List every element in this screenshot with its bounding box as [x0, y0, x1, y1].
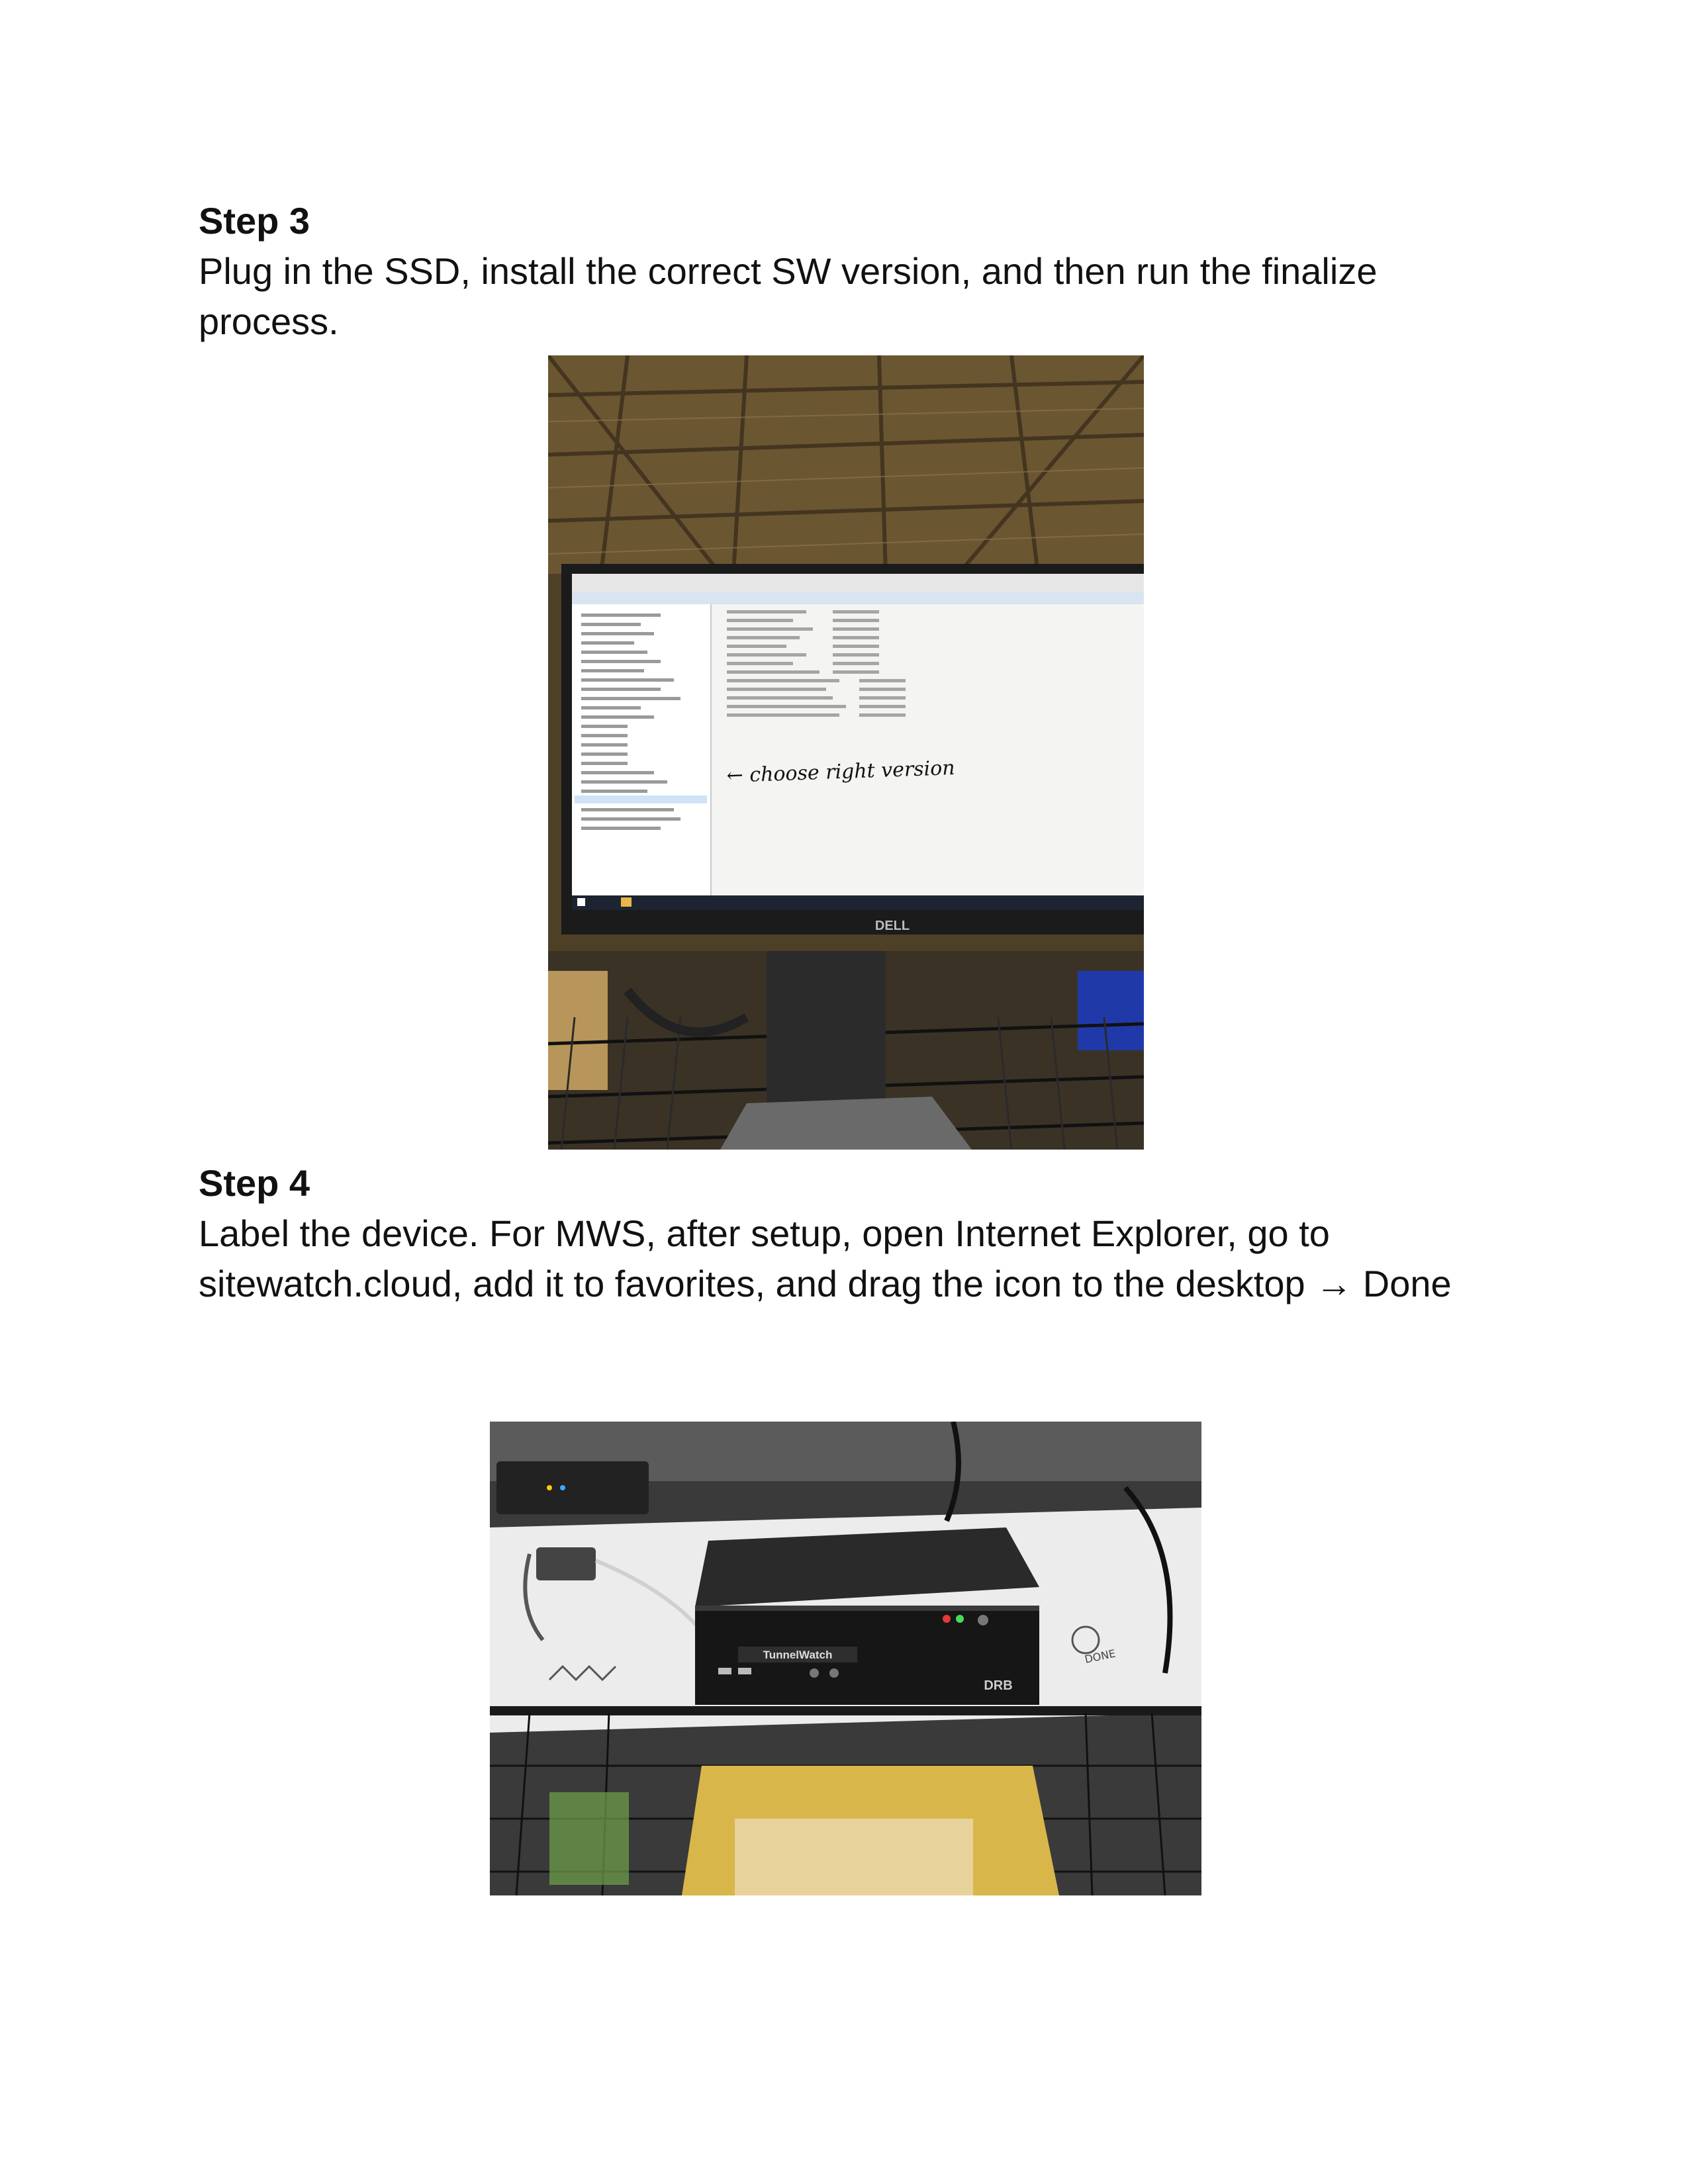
step4-heading: Step 4 [199, 1162, 310, 1204]
device-product-label: TunnelWatch [763, 1649, 833, 1661]
step3-instructions: Plug in the SSD, install the correct SW … [199, 250, 1378, 342]
monitor-brand-logo: DELL [875, 919, 910, 933]
step3-heading: Step 3 [199, 200, 310, 242]
step4-instructions: Label the device. For MWS, after setup, … [199, 1212, 1452, 1304]
step4-photo-device: TunnelWatch DRB DONE [490, 1422, 1201, 1895]
step3-photo-monitor: DELL ← choose right version [548, 355, 1144, 1150]
device-brand-logo: DRB [984, 1678, 1012, 1693]
